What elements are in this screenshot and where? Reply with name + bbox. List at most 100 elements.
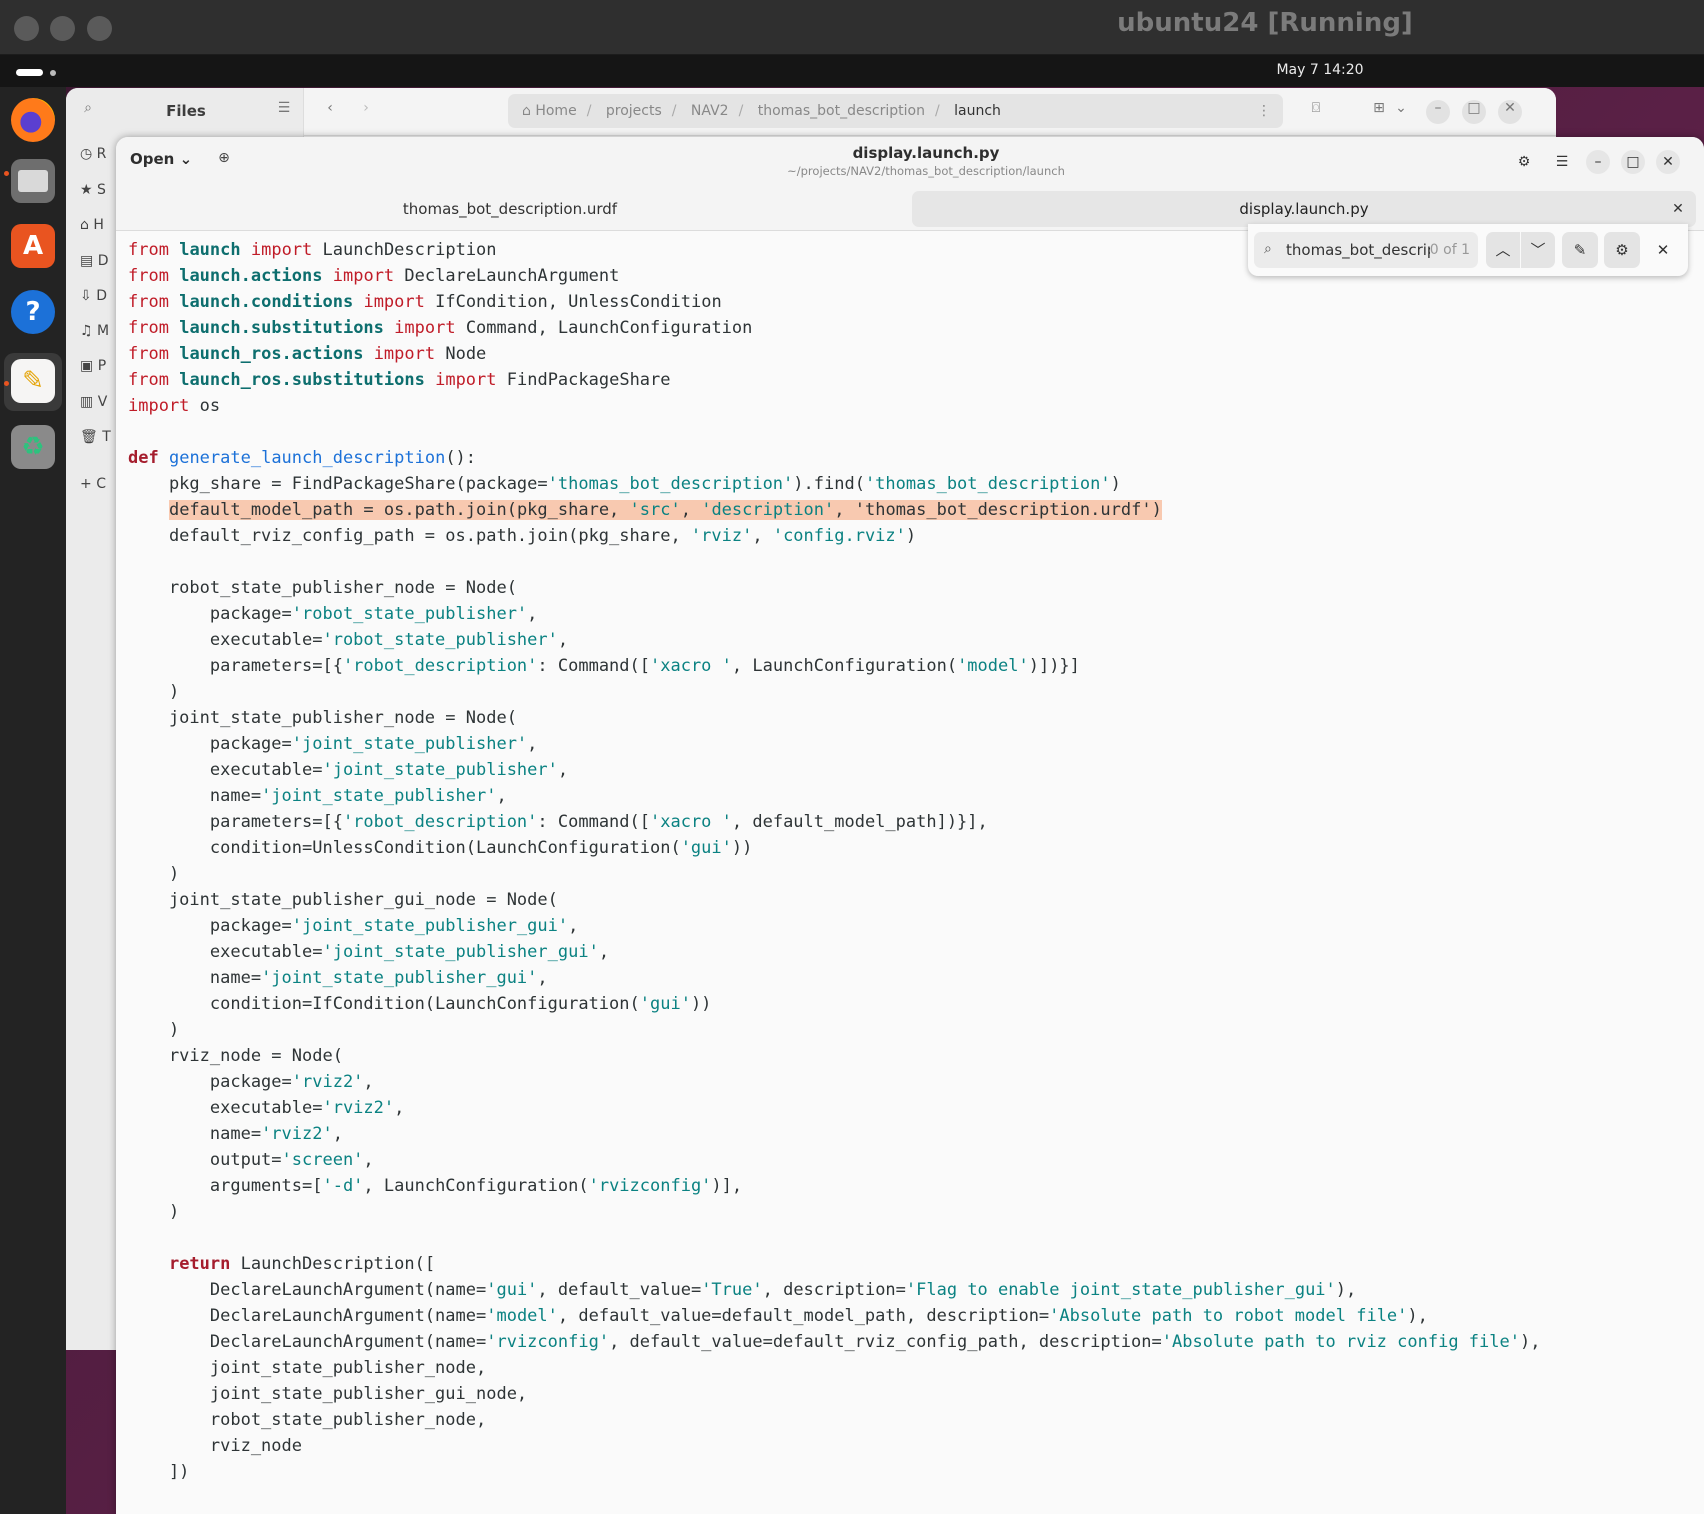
- code-token: joint_state_publisher_node,: [128, 1358, 487, 1378]
- sidebar-item-videos[interactable]: ▥ V: [80, 394, 120, 410]
- code-token: ,: [598, 942, 610, 962]
- code-line: arguments=['-d', LaunchConfiguration('rv…: [128, 1173, 1540, 1199]
- next-match-button[interactable]: ﹀: [1521, 232, 1555, 268]
- screenshot-icon[interactable]: ⌼: [1304, 100, 1328, 124]
- path-segment-projects[interactable]: projects: [606, 103, 662, 119]
- maximize-icon[interactable]: □: [1621, 150, 1645, 174]
- vm-zoom-button[interactable]: [87, 16, 112, 41]
- code-token: robot_state_publisher_node,: [128, 1410, 487, 1430]
- sidebar-item-music[interactable]: ♫ M: [80, 323, 120, 339]
- vm-title: ubuntu24 [Running]: [1117, 8, 1413, 38]
- clock[interactable]: May 7 14:20: [1200, 62, 1440, 78]
- code-line: joint_state_publisher_gui_node = Node(: [128, 887, 1540, 913]
- path-segment-nav2[interactable]: NAV2: [691, 103, 729, 119]
- code-token: ,: [680, 500, 702, 520]
- code-token: joint_state_publisher_node = Node(: [128, 708, 517, 728]
- code-token: launch.actions: [179, 266, 323, 286]
- code-token: 'rviz2': [291, 1072, 364, 1092]
- code-view[interactable]: from launch import LaunchDescription from…: [128, 237, 1540, 1485]
- path-bar[interactable]: ⌂ Home / projects / NAV2/ thomas_bot_descr…: [508, 94, 1283, 128]
- path-segment-launch[interactable]: launch: [954, 103, 1001, 119]
- code-token: 'screen': [281, 1150, 364, 1170]
- code-token: 'description': [701, 500, 835, 520]
- sidebar-item-recent[interactable]: ◷ R: [80, 146, 120, 162]
- workspace-dot[interactable]: [50, 70, 56, 76]
- app-center-icon[interactable]: A: [11, 224, 55, 268]
- code-token: 'joint_state_publisher': [291, 734, 528, 754]
- code-token: 'Flag to enable joint_state_publisher_gu…: [905, 1280, 1336, 1300]
- search-options-icon[interactable]: ⚙: [1604, 232, 1640, 268]
- minimize-icon[interactable]: –: [1586, 150, 1610, 174]
- sidebar-item-documents[interactable]: ▤ D: [80, 253, 120, 269]
- code-line: DeclareLaunchArgument(name='model', defa…: [128, 1303, 1540, 1329]
- code-line: ): [128, 1017, 1540, 1043]
- search-input[interactable]: ⌕ thomas_bot_descript 0 of 1: [1254, 232, 1478, 268]
- vm-close-button[interactable]: [14, 16, 39, 41]
- search-icon[interactable]: ⌕: [76, 100, 100, 124]
- menu-icon[interactable]: ☰: [272, 100, 296, 124]
- forward-icon[interactable]: ›: [354, 100, 378, 124]
- code-token: ): [1110, 474, 1121, 494]
- chevron-down-icon[interactable]: ⌄: [1389, 100, 1413, 124]
- sidebar-item-home[interactable]: ⌂ H: [80, 217, 120, 233]
- sidebar-item-starred[interactable]: ★ S: [80, 182, 120, 198]
- code-token: ,: [527, 604, 538, 624]
- code-token: ]): [128, 1462, 190, 1482]
- menu-icon[interactable]: ☰: [1550, 150, 1574, 174]
- code-token: ,: [752, 526, 773, 546]
- path-menu-icon[interactable]: ⋮: [1257, 103, 1271, 119]
- code-token: LaunchDescription: [312, 240, 497, 260]
- code-token: ():: [445, 448, 477, 468]
- grid-view-icon[interactable]: ⊞: [1367, 100, 1391, 124]
- text-editor-icon[interactable]: ✎: [11, 359, 55, 403]
- help-icon[interactable]: ?: [11, 290, 55, 334]
- code-token: DeclareLaunchArgument(name=: [128, 1306, 487, 1326]
- close-tab-icon[interactable]: ✕: [1666, 197, 1690, 221]
- code-token: ,: [568, 916, 579, 936]
- minimize-icon[interactable]: –: [1426, 100, 1450, 124]
- code-token: ): [128, 1020, 180, 1040]
- sidebar-item-other-locations[interactable]: + C: [80, 476, 120, 492]
- code-token: launch.conditions: [179, 292, 354, 312]
- maximize-icon[interactable]: □: [1462, 100, 1486, 124]
- code-token: ,: [363, 1072, 374, 1092]
- code-token: LaunchDescription([: [230, 1254, 436, 1274]
- code-token: , default_model_path])}],: [731, 812, 988, 832]
- sidebar-item-pictures[interactable]: ▣ P: [80, 358, 120, 374]
- path-segment-home[interactable]: Home: [535, 103, 576, 119]
- vm-minimize-button[interactable]: [50, 16, 75, 41]
- back-icon[interactable]: ‹: [318, 100, 342, 124]
- tab-urdf[interactable]: thomas_bot_description.urdf: [120, 191, 900, 227]
- previous-match-button[interactable]: ︿: [1486, 232, 1520, 268]
- close-icon[interactable]: ✕: [1656, 150, 1680, 174]
- replace-icon[interactable]: ✎: [1562, 232, 1598, 268]
- firefox-icon[interactable]: [11, 98, 55, 142]
- code-token: pkg_share = FindPackageShare(package=: [128, 474, 548, 494]
- code-token: 'gui': [680, 838, 732, 858]
- code-token: rviz_node: [128, 1436, 302, 1456]
- code-token: : Command([: [537, 656, 650, 676]
- document-title: display.launch.py: [852, 144, 1000, 162]
- activities-indicator[interactable]: [16, 69, 43, 76]
- close-icon[interactable]: ✕: [1498, 100, 1522, 124]
- tab-display-launch[interactable]: display.launch.py ✕: [912, 191, 1696, 227]
- new-tab-icon[interactable]: ⊕: [212, 150, 236, 174]
- settings-icon[interactable]: ⚙: [1512, 150, 1536, 174]
- sidebar-item-downloads[interactable]: ⇩ D: [80, 288, 120, 304]
- code-token: joint_state_publisher_gui_node = Node(: [128, 890, 558, 910]
- code-token: condition=IfCondition(LaunchConfiguratio…: [128, 994, 640, 1014]
- trash-icon[interactable]: ♻: [11, 425, 55, 469]
- code-token: launch.substitutions: [179, 318, 384, 338]
- close-icon[interactable]: ✕: [1648, 232, 1678, 268]
- path-segment-package[interactable]: thomas_bot_description: [758, 103, 925, 119]
- open-button[interactable]: Open ⌄: [130, 150, 192, 168]
- code-token: from: [128, 344, 169, 364]
- code-token: 'xacro ': [650, 656, 732, 676]
- files-icon[interactable]: [11, 159, 55, 203]
- code-token: import: [332, 266, 395, 286]
- sidebar-item-trash[interactable]: 🗑 T: [80, 429, 120, 445]
- files-title: Files: [166, 102, 206, 120]
- code-line: return LaunchDescription([: [128, 1251, 1540, 1277]
